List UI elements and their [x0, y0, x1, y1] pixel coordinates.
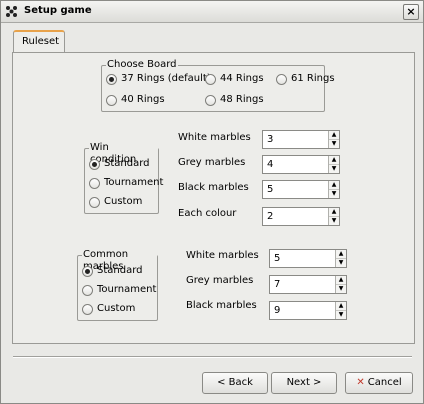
radio-dot [82, 266, 93, 277]
arrow-down-icon[interactable]: ▼ [329, 190, 339, 198]
spinner-arrows[interactable]: ▲ ▼ [328, 181, 339, 198]
ruleset-panel: Choose Board 37 Rings (default) 44 Rings… [12, 52, 415, 344]
spinner-arrows[interactable]: ▲ ▼ [328, 208, 339, 225]
win-grey-input[interactable] [263, 156, 327, 173]
win-each-label: Each colour [178, 208, 237, 219]
win-grey-label: Grey marbles [178, 157, 246, 168]
win-grey-spinner[interactable]: ▲▼ [262, 155, 340, 174]
win-condition-group: Win condition Standard Tournament Custom [84, 142, 163, 214]
common-white-input[interactable] [270, 250, 334, 267]
radio-dot [89, 197, 100, 208]
title-bar[interactable]: Setup game × [1, 1, 423, 23]
common-black-label: Black marbles [186, 300, 257, 311]
arrow-up-icon[interactable]: ▲ [336, 250, 346, 259]
win-white-input[interactable] [263, 131, 327, 148]
common-black-input[interactable] [270, 302, 334, 319]
common-grey-spinner[interactable]: ▲▼ [269, 275, 347, 294]
tab-ruleset[interactable]: Ruleset [13, 30, 65, 53]
arrow-down-icon[interactable]: ▼ [329, 165, 339, 173]
arrow-down-icon[interactable]: ▼ [329, 140, 339, 148]
radio-label: 37 Rings (default) [121, 73, 211, 84]
arrow-up-icon[interactable]: ▲ [336, 276, 346, 285]
radio-dot [276, 74, 287, 85]
arrow-up-icon[interactable]: ▲ [329, 181, 339, 190]
win-each-input[interactable] [263, 208, 327, 225]
radio-label: Standard [104, 158, 150, 169]
footer-separator [13, 356, 412, 358]
choose-board-group: Choose Board 37 Rings (default) 44 Rings… [101, 59, 335, 112]
radio-label: 44 Rings [220, 73, 264, 84]
win-white-label: White marbles [178, 132, 251, 143]
win-black-label: Black marbles [178, 182, 249, 193]
arrow-up-icon[interactable]: ▲ [329, 156, 339, 165]
spinner-arrows[interactable]: ▲ ▼ [335, 276, 346, 293]
app-icon [6, 6, 17, 17]
radio-label: Custom [97, 303, 136, 314]
win-white-spinner[interactable]: ▲▼ [262, 130, 340, 149]
radio-dot [205, 74, 216, 85]
tab-label: Ruleset [22, 36, 60, 47]
cancel-label: Cancel [367, 377, 402, 388]
radio-label: Tournament [97, 284, 157, 295]
radio-label: Tournament [104, 177, 164, 188]
win-each-spinner[interactable]: ▲▼ [262, 207, 340, 226]
arrow-up-icon[interactable]: ▲ [336, 302, 346, 311]
cancel-button[interactable]: ✕ Cancel [345, 372, 413, 394]
cancel-icon: ✕ [356, 377, 365, 388]
radio-label: Custom [104, 196, 143, 207]
win-black-input[interactable] [263, 181, 327, 198]
next-button[interactable]: Next > [271, 372, 337, 394]
radio-label: 40 Rings [121, 94, 165, 105]
back-label: < Back [217, 377, 253, 388]
close-icon[interactable]: × [403, 4, 419, 20]
radio-dot [106, 74, 117, 85]
arrow-down-icon[interactable]: ▼ [336, 285, 346, 293]
arrow-down-icon[interactable]: ▼ [336, 259, 346, 267]
radio-label: Standard [97, 265, 143, 276]
common-grey-input[interactable] [270, 276, 334, 293]
spinner-arrows[interactable]: ▲ ▼ [328, 156, 339, 173]
spinner-arrows[interactable]: ▲ ▼ [328, 131, 339, 148]
radio-dot [82, 304, 93, 315]
spinner-arrows[interactable]: ▲ ▼ [335, 250, 346, 267]
arrow-down-icon[interactable]: ▼ [329, 217, 339, 225]
radio-dot [82, 285, 93, 296]
radio-label: 48 Rings [220, 94, 264, 105]
radio-dot [106, 95, 117, 106]
common-black-spinner[interactable]: ▲▼ [269, 301, 347, 320]
common-grey-label: Grey marbles [186, 275, 254, 286]
common-marbles-group: Common marbles Standard Tournament Custo… [77, 249, 158, 321]
next-label: Next > [286, 377, 322, 388]
common-white-spinner[interactable]: ▲▼ [269, 249, 347, 268]
radio-dot [89, 178, 100, 189]
win-black-spinner[interactable]: ▲▼ [262, 180, 340, 199]
arrow-up-icon[interactable]: ▲ [329, 208, 339, 217]
spinner-arrows[interactable]: ▲ ▼ [335, 302, 346, 319]
radio-label: 61 Rings [291, 73, 335, 84]
back-button[interactable]: < Back [202, 372, 268, 394]
arrow-down-icon[interactable]: ▼ [336, 311, 346, 319]
setup-game-dialog: Setup game × Ruleset Choose Board 37 Rin… [0, 0, 424, 404]
radio-dot [89, 159, 100, 170]
window-title: Setup game [24, 5, 92, 16]
choose-board-title: Choose Board [106, 59, 178, 71]
radio-dot [205, 95, 216, 106]
arrow-up-icon[interactable]: ▲ [329, 131, 339, 140]
common-white-label: White marbles [186, 250, 259, 261]
